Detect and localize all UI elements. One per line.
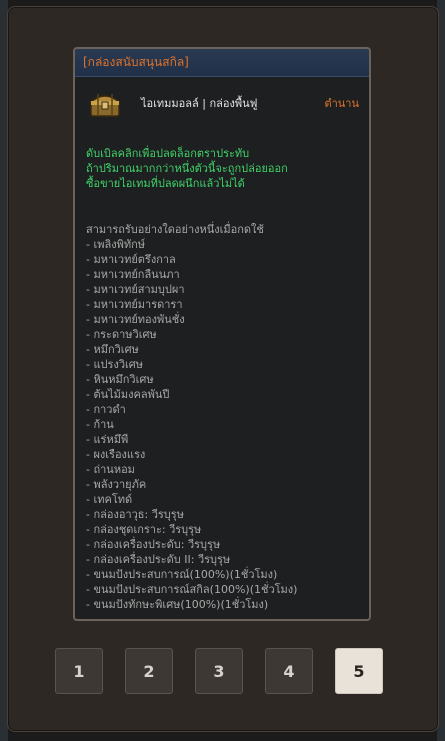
uses-item: - หมึกวิเศษ <box>86 343 139 356</box>
uses-item: - มหาเวทย์ตรึงกาล <box>86 253 176 266</box>
uses-item: - เทคโทด์ <box>86 493 133 506</box>
description-line: ซื้อขายไอเทมที่ปลดผนึกแล้วไม่ได้ <box>86 177 245 190</box>
uses-item: - ผงเรืองแรง <box>86 448 146 461</box>
uses-item: - ก้าน <box>86 418 114 431</box>
uses-item: - เพลิงพิทักษ์ <box>86 238 146 251</box>
uses-item: - กาวดำ <box>86 403 126 416</box>
uses-item: - หินหมึกวิเศษ <box>86 373 154 386</box>
uses-item: - พลังวายุภัค <box>86 478 147 491</box>
pagination: 1 2 3 4 5 <box>55 648 383 694</box>
page-button-3[interactable]: 3 <box>195 648 243 694</box>
uses-item: - แร่หมึพี <box>86 433 129 446</box>
treasure-chest-icon <box>89 94 121 117</box>
tooltip-title: [กล่องสนับสนุนสกิล] <box>83 55 189 69</box>
page-button-1[interactable]: 1 <box>55 648 103 694</box>
uses-item: - มหาเวทย์มารดารา <box>86 298 183 311</box>
item-summary: ไอเทมมอลล์ | กล่องพื้นฟู ตำนาน <box>75 77 369 137</box>
uses-item: - กล่องเครื่องประดับ: วีรบุรุษ <box>86 538 221 551</box>
description-line: ดับเบิลคลิกเพื่อปลดล็อกตราประทับ <box>86 147 250 160</box>
uses-item: - มหาเวทย์สามบุปผา <box>86 283 185 296</box>
item-description: ดับเบิลคลิกเพื่อปลดล็อกตราประทับ ถ้าปริม… <box>86 146 288 191</box>
page-button-2[interactable]: 2 <box>125 648 173 694</box>
uses-item: - ขนมปังประสบการณ์(100%)(1ชั่วโมง) <box>86 568 278 581</box>
item-name: ไอเทมมอลล์ | กล่องพื้นฟู <box>141 97 258 110</box>
page-button-5[interactable]: 5 <box>335 648 383 694</box>
uses-item: - ขนมปังประสบการณ์สกิล(100%)(1ชั่วโมง) <box>86 583 298 596</box>
description-line: ถ้าปริมาณมากกว่าหนึ่งตัวนี้จะถูกปล่อยออก <box>86 162 288 175</box>
uses-list: สามารถรับอย่างใดอย่างหนึ่งเมื่อกดใช้ - เ… <box>86 222 297 612</box>
uses-item: - มหาเวทย์ทองพันชั่ง <box>86 313 185 326</box>
uses-item: - ถ่านหอม <box>86 463 135 476</box>
item-tooltip: [กล่องสนับสนุนสกิล] ไอเทมมอลล์ | กล่องพื… <box>73 47 371 621</box>
uses-item: - กล่องอาวุธ: วีรบุรุษ <box>86 508 184 521</box>
uses-title: สามารถรับอย่างใดอย่างหนึ่งเมื่อกดใช้ <box>86 223 264 236</box>
page-button-4[interactable]: 4 <box>265 648 313 694</box>
uses-item: - มหาเวทย์กลืนนภา <box>86 268 180 281</box>
uses-item: - กระดาษวิเศษ <box>86 328 157 341</box>
tooltip-header: [กล่องสนับสนุนสกิล] <box>75 49 369 77</box>
uses-item: - แปรงวิเศษ <box>86 358 143 371</box>
uses-item: - กล่องเครื่องประดับ II: วีรบุรุษ <box>86 553 231 566</box>
item-grade: ตำนาน <box>324 97 359 110</box>
uses-item: - ต้นไม้มงคลพันปี <box>86 388 170 401</box>
uses-item: - ขนมปังทักษะพิเศษ(100%)(1ชั่วโมง) <box>86 598 269 611</box>
uses-item: - กล่องชุดเกราะ: วีรบุรุษ <box>86 523 202 536</box>
